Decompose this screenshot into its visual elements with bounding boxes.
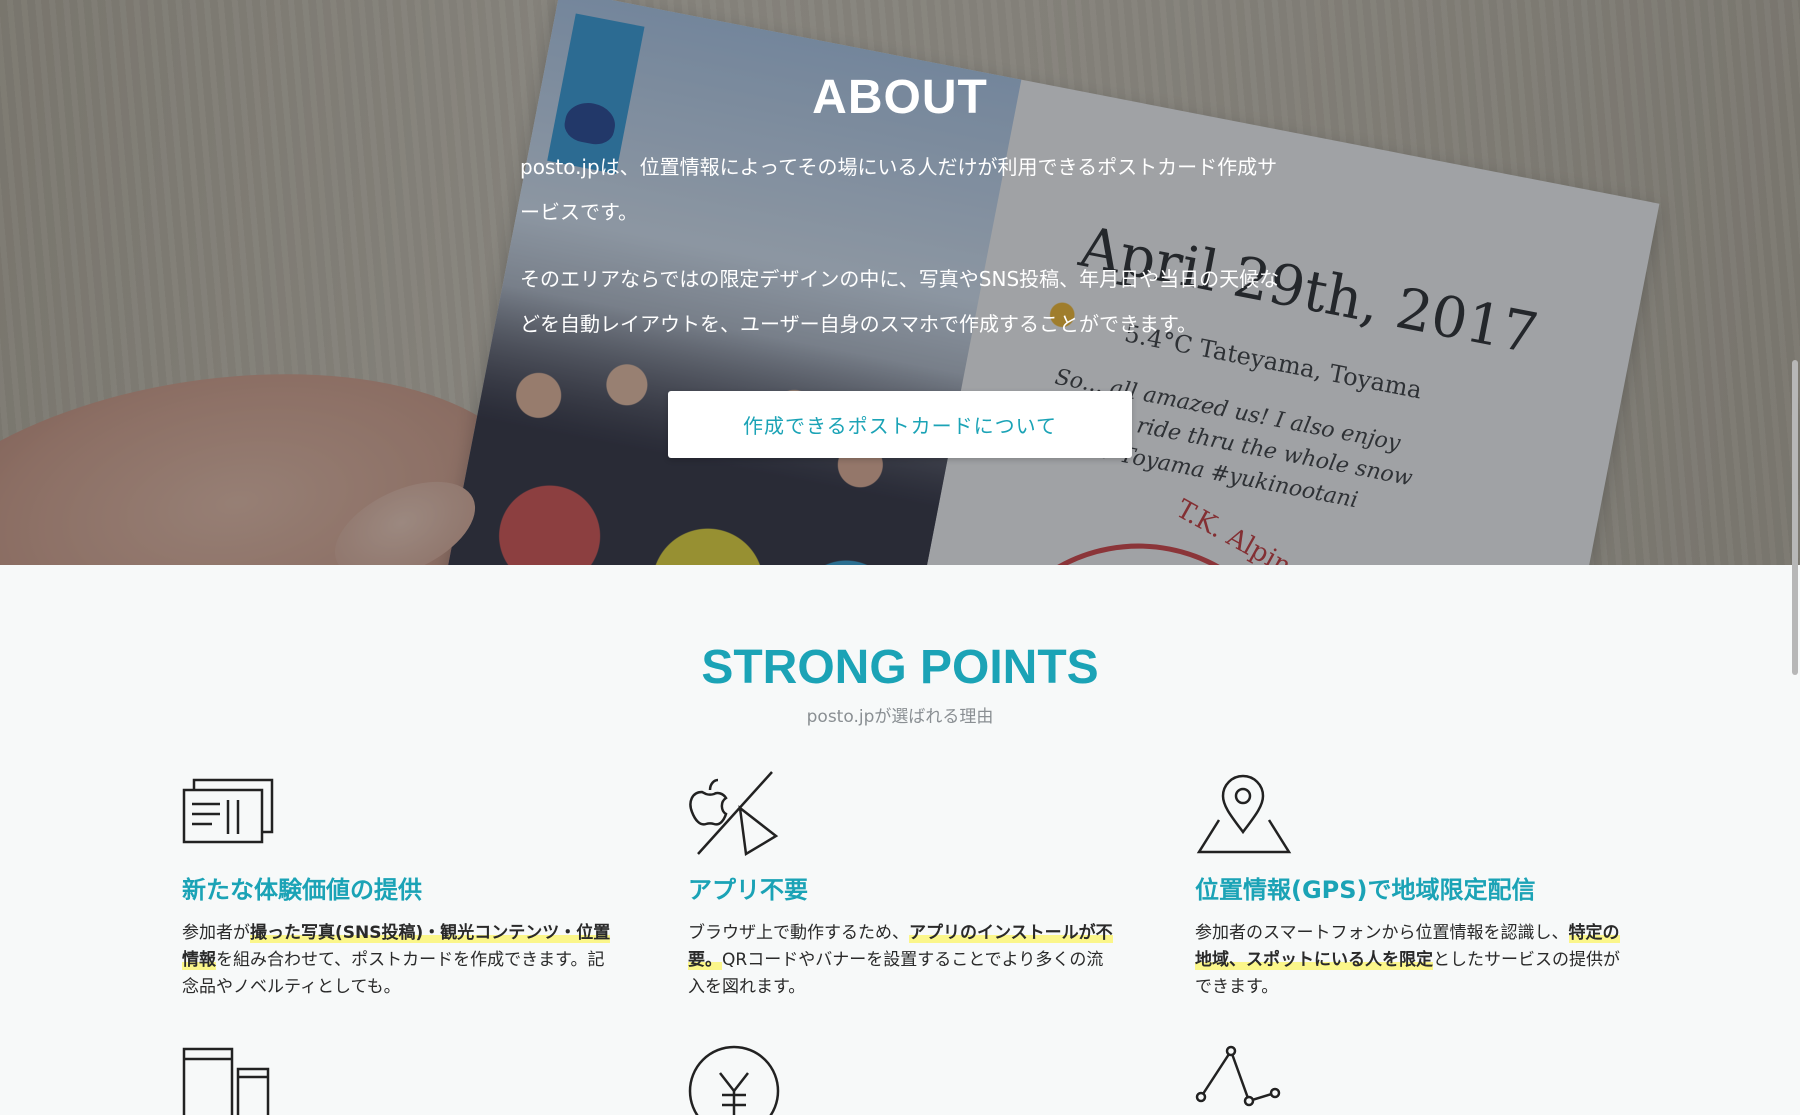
postcard-info-button[interactable]: 作成できるポストカードについて	[668, 391, 1132, 458]
feature-experience: 新たな体験価値の提供 参加者が撮った写真(SNS投稿)・観光コンテンツ・位置情報…	[182, 770, 622, 997]
devices-icon	[182, 1047, 270, 1115]
feature-title: 新たな体験価値の提供	[182, 876, 422, 904]
feature-gps: 位置情報(GPS)で地域限定配信 参加者のスマートフォンから位置情報を認識し、特…	[1195, 770, 1635, 997]
about-description: posto.jpは、位置情報によってその場にいる人だけが利用できるポストカード作…	[520, 145, 1280, 369]
no-app-icon	[689, 771, 779, 857]
yen-icon	[688, 1045, 780, 1115]
about-paragraph-1: posto.jpは、位置情報によってその場にいる人だけが利用できるポストカード作…	[520, 155, 1278, 224]
feature-description: ブラウザ上で動作するため、アプリのインストールが不要。QRコードやバナーを設置す…	[688, 923, 1113, 997]
feature-description: 参加者のスマートフォンから位置情報を認識し、特定の地域、スポットにいる人を限定と…	[1195, 923, 1620, 997]
about-paragraph-2: そのエリアならではの限定デザインの中に、写真やSNS投稿、年月日や当日の天候など…	[520, 267, 1280, 336]
postcard-icon	[182, 778, 274, 844]
about-title: ABOUT	[812, 71, 988, 124]
strong-points-subtitle: posto.jpが選ばれる理由	[806, 707, 994, 727]
page-scrollbar[interactable]	[1792, 360, 1798, 675]
feature-title: アプリ不要	[688, 876, 808, 904]
feature-title: 位置情報(GPS)で地域限定配信	[1195, 876, 1536, 904]
line-graph-icon	[1195, 1045, 1281, 1107]
feature-no-app: アプリ不要 ブラウザ上で動作するため、アプリのインストールが不要。QRコードやバ…	[688, 770, 1128, 997]
map-pin-icon	[1196, 774, 1292, 854]
about-hero: April 29th, 2017 5.4°C Tateyama, Toyama …	[0, 0, 1800, 565]
feature-description: 参加者が撮った写真(SNS投稿)・観光コンテンツ・位置情報を組み合わせて、ポスト…	[182, 923, 611, 997]
strong-points-title: STRONG POINTS	[701, 641, 1099, 694]
